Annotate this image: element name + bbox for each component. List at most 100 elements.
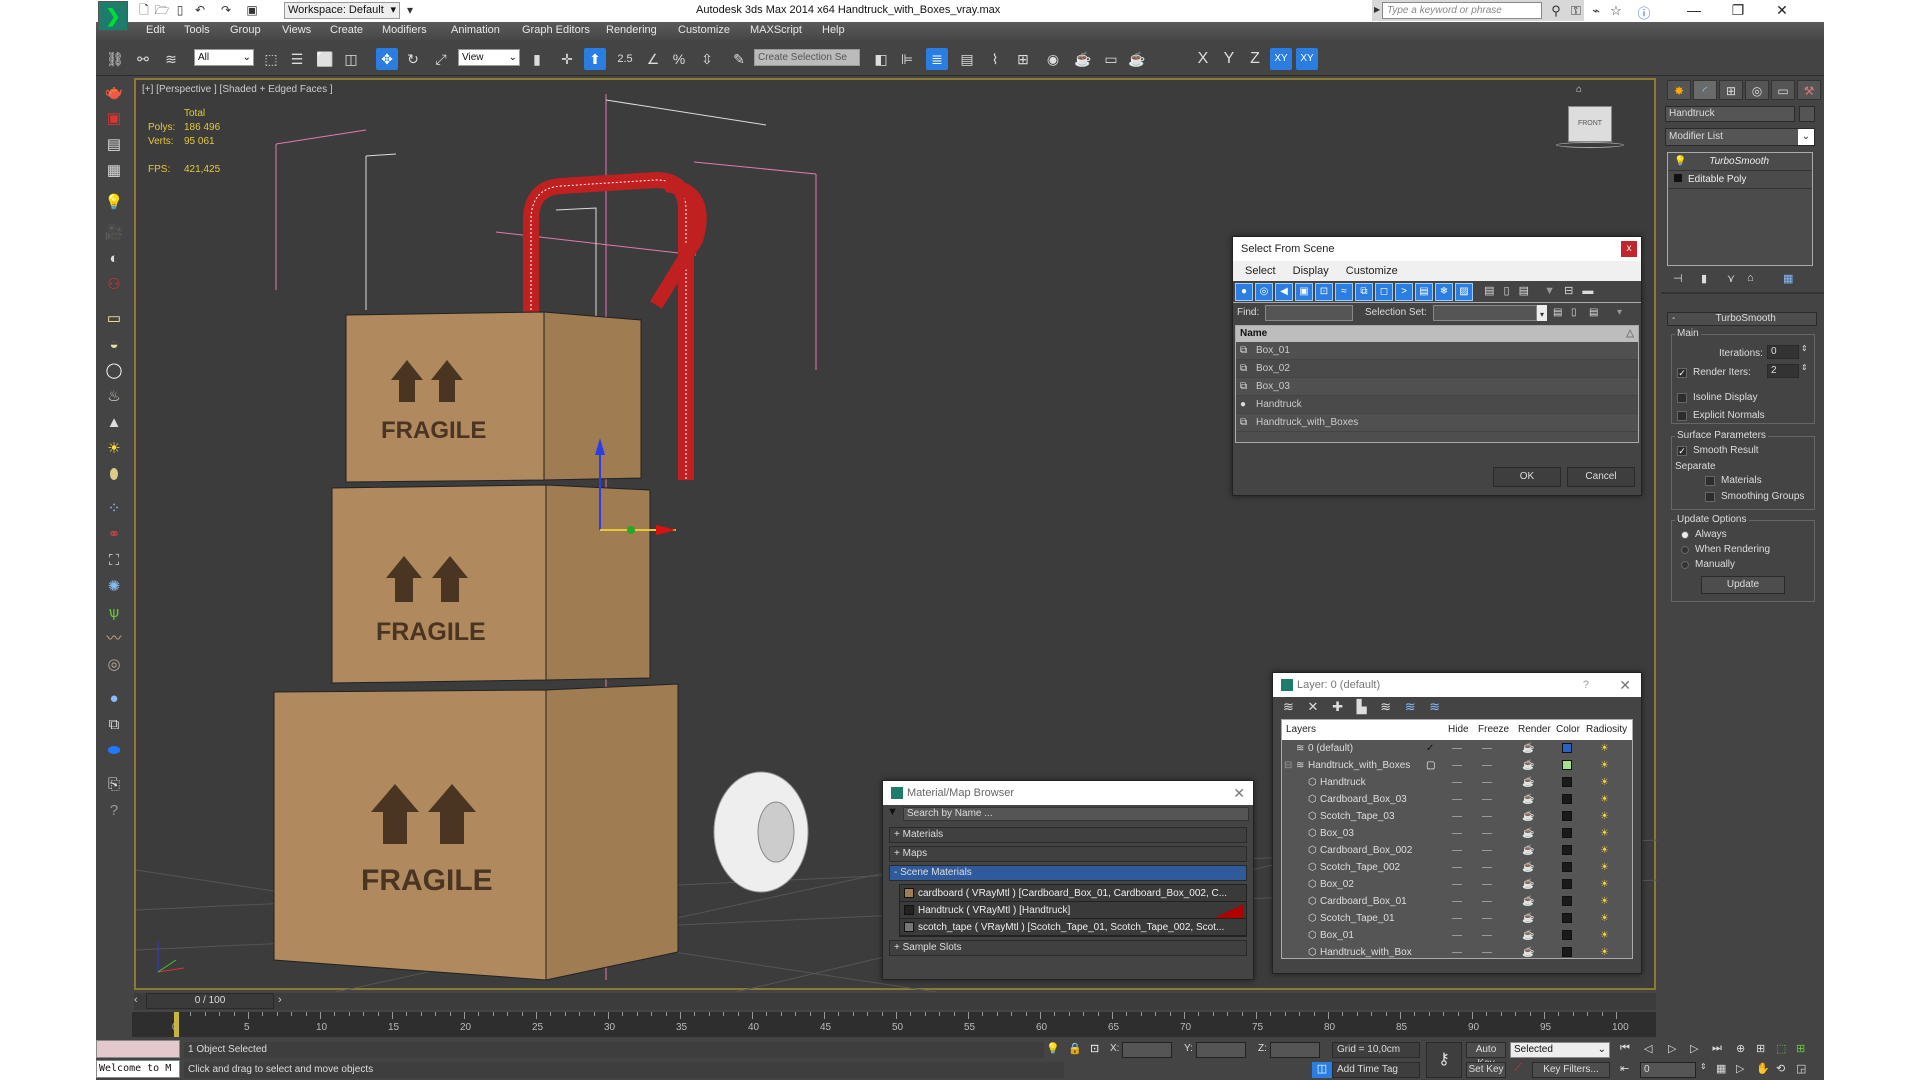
layer-row[interactable]: ⬡ Scotch_Tape_002 ☕ ☀ (1282, 859, 1632, 876)
column-layers[interactable]: Layers (1286, 724, 1316, 735)
menu-maxscript[interactable]: MAXScript (750, 24, 802, 36)
render-iters-spinner[interactable]: 2 (1767, 364, 1799, 378)
scene-material-item[interactable]: scotch_tape ( VRayMtl ) [Scotch_Tape_01,… (900, 919, 1246, 936)
time-configuration-icon[interactable]: ▦ (1716, 1062, 1726, 1075)
layer-color-swatch[interactable] (1562, 845, 1572, 855)
render-setup-icon[interactable]: ☕ (1072, 48, 1094, 70)
help-button[interactable]: ? (1583, 673, 1589, 697)
expand-search-icon[interactable]: ▶ (1374, 5, 1380, 14)
key-mode-dropdown[interactable]: Selected ⌄ (1510, 1042, 1610, 1058)
spot-light-icon[interactable]: ▲ (102, 412, 126, 434)
select-manipulate-icon[interactable]: ✛ (556, 48, 578, 70)
physical-camera-icon[interactable]: ◐ (102, 248, 126, 270)
named-selection-sets-dropdown[interactable]: Create Selection Se (754, 49, 860, 66)
radiosity-icon[interactable]: ☀ (1600, 757, 1609, 774)
curve-editor-icon[interactable]: ⌇ (984, 48, 1006, 70)
freeze-toggle[interactable] (1482, 901, 1492, 902)
binoculars-icon[interactable]: ⚲ (1548, 3, 1564, 19)
maxscript-listener-pink[interactable] (96, 1040, 180, 1058)
iterations-spinner-arrows-icon[interactable]: ⇕ (1801, 344, 1808, 353)
scene-converter-icon[interactable]: ⎘ (102, 774, 126, 796)
radiosity-icon[interactable]: ☀ (1600, 740, 1609, 757)
expand-plus-icon[interactable] (1674, 174, 1682, 182)
utilities-tab-icon[interactable]: ⚒ (1797, 80, 1821, 100)
zoom-extents-all-icon[interactable]: ⊞ (1796, 1042, 1805, 1055)
geometry-filter-icon[interactable]: ● (1235, 283, 1253, 301)
select-and-link-icon[interactable]: ⛓ (104, 48, 126, 70)
constrain-xy-snap-button[interactable]: XY (1296, 48, 1318, 70)
display-tab-icon[interactable]: ▭ (1771, 80, 1795, 100)
layer-row[interactable]: ⬡ Handtruck ☕ ☀ (1282, 774, 1632, 791)
schematic-view-icon[interactable]: ⊞ (1012, 48, 1034, 70)
radiosity-icon[interactable]: ☀ (1600, 859, 1609, 876)
render-teapot-icon[interactable]: ☕ (1522, 842, 1534, 859)
explicit-normals-checkbox[interactable] (1677, 411, 1687, 421)
render-production-icon[interactable]: ☕ (1126, 48, 1148, 70)
layer-row[interactable]: ⊟ ≋ Handtruck_with_Boxes ▢ ☕ ☀ (1282, 757, 1632, 774)
plane-light-icon[interactable]: ▭ (102, 308, 126, 330)
selection-set-dropdown[interactable] (1433, 305, 1537, 321)
containers-filter-icon[interactable]: ▤ (1415, 283, 1433, 301)
radiosity-icon[interactable]: ☀ (1600, 774, 1609, 791)
current-frame-field[interactable]: 0 (1640, 1062, 1696, 1078)
separate-materials-checkbox[interactable] (1705, 476, 1715, 486)
keyboard-shortcut-override-icon[interactable]: ⬆ (584, 48, 606, 70)
layer-row[interactable]: ⬡ Cardboard_Box_01 ☕ ☀ (1282, 893, 1632, 910)
shapes-filter-icon[interactable]: ◎ (1255, 283, 1273, 301)
app-menu-button[interactable]: ❯ (98, 1, 128, 31)
undo-icon[interactable]: ↶ (192, 3, 208, 17)
smooth-result-checkbox[interactable]: ✓ (1677, 446, 1687, 456)
hide-toggle[interactable] (1452, 782, 1462, 783)
zoom-icon[interactable]: ⊕ (1736, 1042, 1745, 1055)
hide-toggle[interactable] (1452, 884, 1462, 885)
xrefs-filter-icon[interactable]: ◻ (1375, 283, 1393, 301)
make-unique-icon[interactable]: ⋎ (1727, 272, 1735, 285)
hide-toggle[interactable] (1452, 850, 1462, 851)
minimize-button[interactable]: — (1672, 0, 1716, 21)
hide-toggle[interactable] (1452, 901, 1462, 902)
set-key-button[interactable]: Set Key (1466, 1062, 1506, 1078)
display-none-icon[interactable]: ▯ (1504, 285, 1510, 297)
reference-coordinate-dropdown[interactable]: View ⌄ (458, 49, 520, 66)
layer-color-swatch[interactable] (1562, 760, 1572, 770)
ambient-light-icon[interactable]: ⬮ (102, 464, 126, 486)
graphite-modeling-tools-icon[interactable]: ▤ (956, 48, 978, 70)
menu-animation[interactable]: Animation (451, 24, 500, 36)
layer-color-swatch[interactable] (1562, 743, 1572, 753)
create-layer-icon[interactable]: ≋ (1283, 699, 1294, 714)
next-key-icon[interactable]: ▷ (1690, 1042, 1698, 1055)
go-to-end-icon[interactable]: ⏭ (1712, 1042, 1722, 1055)
render-teapot-icon[interactable]: ☕ (1522, 876, 1534, 893)
render-teapot-icon[interactable]: ☕ (1522, 740, 1534, 757)
layer-color-swatch[interactable] (1562, 862, 1572, 872)
current-time-marker[interactable] (174, 1012, 179, 1037)
scene-material-item[interactable]: cardboard ( VRayMtl ) [Cardboard_Box_01,… (900, 885, 1246, 902)
x-coordinate-field[interactable] (1122, 1042, 1172, 1058)
freeze-toggle[interactable] (1482, 816, 1492, 817)
select-and-scale-icon[interactable]: ⤢ (430, 48, 452, 70)
bones-filter-icon[interactable]: > (1395, 283, 1413, 301)
freeze-toggle[interactable] (1482, 884, 1492, 885)
freeze-toggle[interactable] (1482, 748, 1492, 749)
radiator-icon[interactable]: ⛶ (102, 550, 126, 572)
hierarchy-tab-icon[interactable]: ⊞ (1719, 80, 1743, 100)
layer-color-swatch[interactable] (1562, 777, 1572, 787)
column-radiosity[interactable]: Radiosity (1586, 724, 1627, 735)
project-folder-icon[interactable]: ▣ (244, 3, 260, 17)
go-to-start-icon[interactable]: ⏮ (1620, 1042, 1630, 1055)
light-lister-icon[interactable]: 💡 (102, 192, 126, 214)
separate-smoothing-groups-checkbox[interactable] (1705, 492, 1715, 502)
menu-modifiers[interactable]: Modifiers (382, 24, 427, 36)
freeze-toggle[interactable] (1482, 799, 1492, 800)
selection-lock-icon[interactable]: 🔒 (1068, 1042, 1082, 1055)
menu-customize[interactable]: Customize (1346, 265, 1398, 277)
cameras-filter-icon[interactable]: ▣ (1295, 283, 1313, 301)
menu-create[interactable]: Create (330, 24, 363, 36)
hide-toggle[interactable] (1452, 833, 1462, 834)
layer-row[interactable]: ⬡ Box_02 ☕ ☀ (1282, 876, 1632, 893)
time-slider[interactable]: 0 / 100 (146, 993, 274, 1009)
column-hide[interactable]: Hide (1448, 724, 1469, 735)
render-teapot-icon[interactable]: ☕ (1522, 927, 1534, 944)
viewcube-compass-ring[interactable] (1556, 142, 1624, 148)
render-teapot-icon[interactable]: ☕ (1522, 910, 1534, 927)
